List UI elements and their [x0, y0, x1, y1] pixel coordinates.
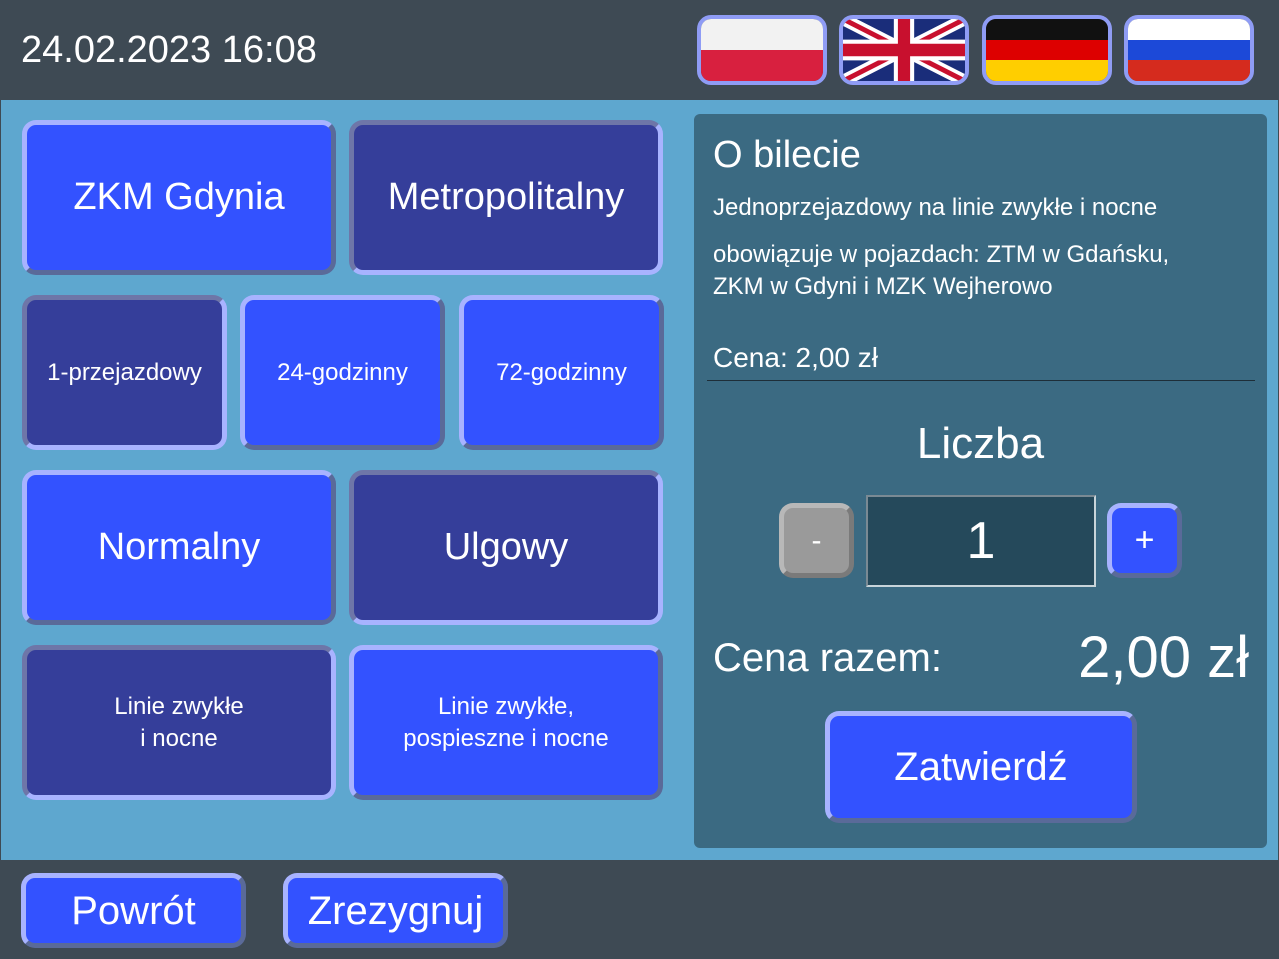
language-english-button[interactable] [839, 15, 969, 85]
fare-reduced-button[interactable]: Ulgowy [349, 470, 663, 625]
flag-russia-icon [1128, 19, 1250, 81]
datetime-display: 24.02.2023 16:08 [21, 29, 317, 71]
lines-regular-express-night-button[interactable]: Linie zwykłe, pospieszne i nocne [349, 645, 663, 800]
panel-title: O bilecie [713, 134, 861, 176]
language-russian-button[interactable] [1124, 15, 1254, 85]
quantity-value: 1 [866, 495, 1096, 587]
quantity-increase-button[interactable]: + [1107, 503, 1182, 578]
back-button[interactable]: Powrót [21, 873, 246, 948]
fare-normal-button[interactable]: Normalny [22, 470, 336, 625]
language-polish-button[interactable] [697, 15, 827, 85]
total-price-label: Cena razem: [713, 636, 942, 680]
duration-24h-button[interactable]: 24-godzinny [240, 295, 445, 450]
flag-poland-icon [701, 19, 823, 81]
top-bar: 24.02.2023 16:08 [0, 0, 1279, 100]
ticket-price: Cena: 2,00 zł [713, 342, 878, 373]
duration-single-ride-button[interactable]: 1-przejazdowy [22, 295, 227, 450]
operator-zkm-gdynia-button[interactable]: ZKM Gdynia [22, 120, 336, 275]
panel-divider [707, 380, 1255, 381]
duration-72h-button[interactable]: 72-godzinny [459, 295, 664, 450]
quantity-decrease-button[interactable]: - [779, 503, 854, 578]
bottom-bar: Powrót Zrezygnuj [0, 860, 1279, 959]
lines-regular-night-button[interactable]: Linie zwykłe i nocne [22, 645, 336, 800]
quantity-label: Liczba [916, 419, 1045, 468]
ticket-description: Jednoprzejazdowy na linie zwykłe i nocne [713, 194, 1158, 221]
language-german-button[interactable] [982, 15, 1112, 85]
ticket-info-panel: O bilecie Jednoprzejazdowy na linie zwyk… [694, 114, 1267, 848]
total-price-value: 2,00 zł [1078, 625, 1249, 690]
confirm-button[interactable]: Zatwierdź [825, 711, 1137, 823]
flag-germany-icon [986, 19, 1108, 81]
cancel-button[interactable]: Zrezygnuj [283, 873, 508, 948]
ticket-validity: obowiązuje w pojazdach: ZTM w Gdańsku, Z… [713, 241, 1170, 300]
flag-uk-icon [843, 19, 965, 81]
operator-metropolitalny-button[interactable]: Metropolitalny [349, 120, 663, 275]
